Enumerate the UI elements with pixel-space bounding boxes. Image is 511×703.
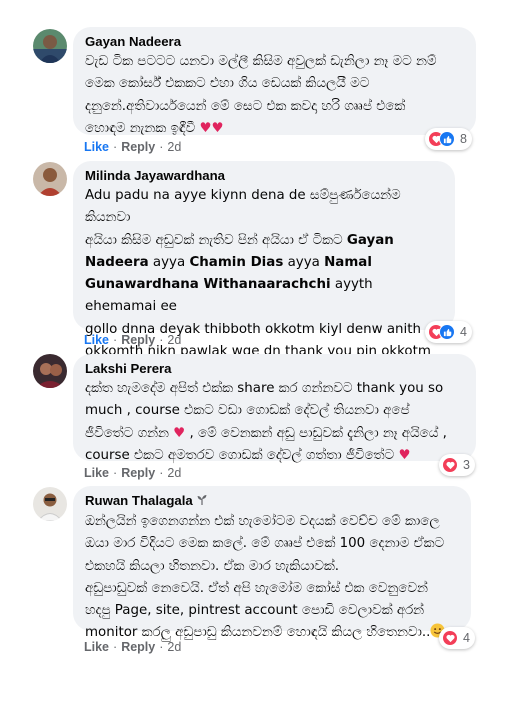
avatar[interactable] (33, 487, 67, 521)
comment: Ruwan Thalagala ඔන්ලයින් ඉගෙනගන්න එක් හැ… (0, 0, 511, 690)
like-button[interactable]: Like (84, 640, 109, 654)
love-reaction-icon (442, 630, 458, 646)
comment-text: ඔන්ලයින් ඉගෙනගන්න එක් හැමෝටම වදයක් වෙච්ච… (85, 514, 445, 641)
plant-badge-icon (196, 493, 208, 511)
comment-actions: Like · Reply · 2d (84, 640, 182, 654)
reaction-summary[interactable]: 4 (439, 627, 475, 649)
comment-time[interactable]: 2d (167, 640, 181, 654)
comment-bubble: Ruwan Thalagala ඔන්ලයින් ඉගෙනගන්න එක් හැ… (73, 486, 471, 640)
comment-author: Ruwan Thalagala (85, 492, 459, 511)
reply-button[interactable]: Reply (121, 640, 155, 654)
reaction-count: 4 (463, 631, 470, 645)
